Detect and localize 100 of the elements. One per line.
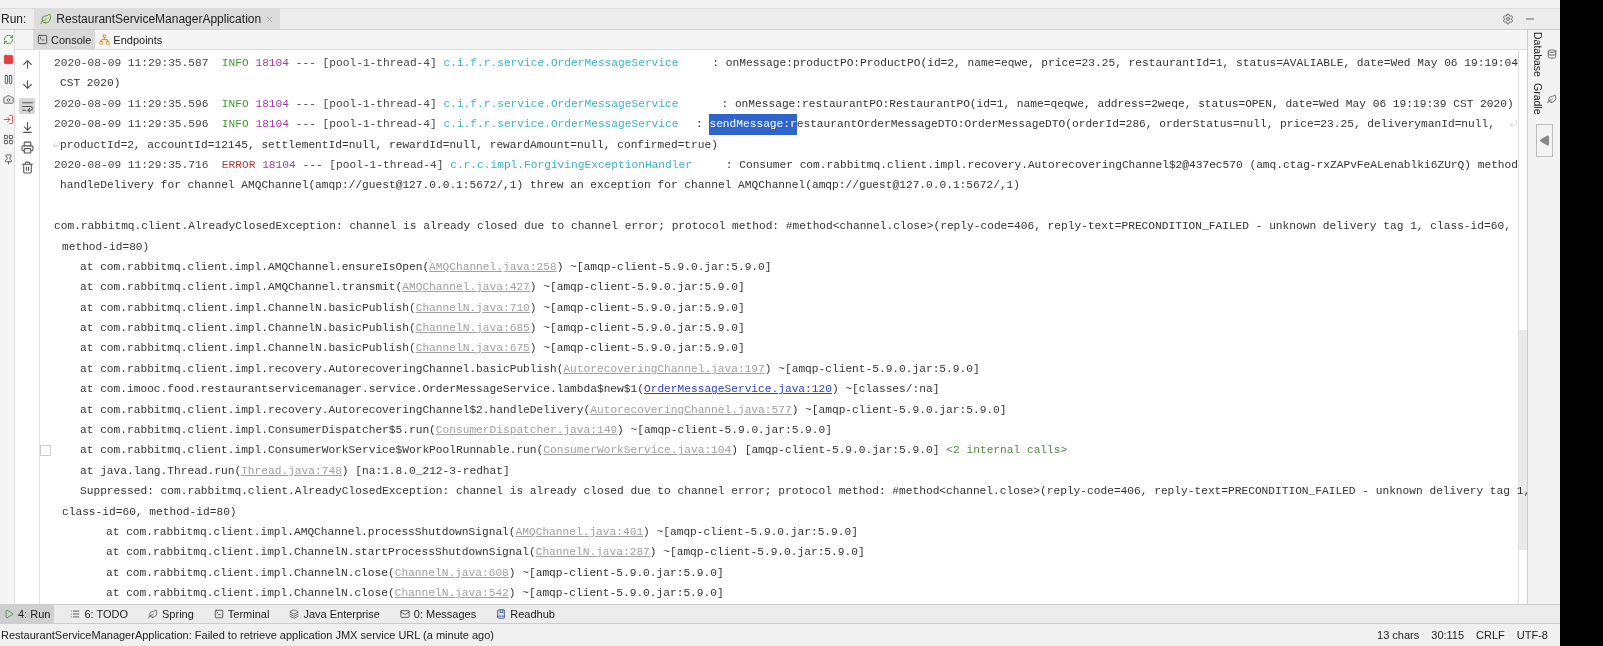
tool-window-tab[interactable]: Readhub	[492, 605, 559, 623]
stack-frame-suffix: ) ~[amqp-client-5.9.0.jar:5.9.0]	[649, 545, 865, 561]
book-icon	[496, 609, 507, 619]
run-tab[interactable]: RestaurantServiceManagerApplication	[34, 9, 281, 29]
arrow-down-icon[interactable]	[20, 78, 34, 91]
pause-icon[interactable]	[3, 74, 14, 85]
source-link[interactable]: ChannelN.java:608	[394, 562, 509, 584]
stack-frame: at com.rabbitmq.client.impl.ChannelN.startProcessShutdownSignal(	[106, 542, 536, 563]
camera-icon[interactable]	[3, 94, 14, 105]
stack-frame: at com.rabbitmq.client.impl.AMQChannel.processShutdownSignal(	[106, 522, 516, 543]
stack-frame-suffix: ) ~[amqp-client-5.9.0.jar:5.9.0]	[529, 300, 745, 316]
list-icon	[70, 609, 81, 619]
stack-frame-suffix: ) ~[amqp-client-5.9.0.jar:5.9.0]	[643, 525, 858, 540]
tool-window-tab[interactable]: 6: TODO	[66, 605, 133, 623]
stack-frame-suffix: ) ~[classes/:na]	[831, 382, 940, 398]
network-icon	[99, 34, 111, 45]
stack-frame: at com.rabbitmq.client.impl.ChannelN.basicPublish(	[80, 338, 416, 359]
process-id: 18104	[255, 56, 289, 71]
tool-window-tab[interactable]: 4: Run	[0, 605, 55, 623]
stack-frame: at com.rabbitmq.client.impl.ChannelN.basicPublish(	[80, 297, 416, 319]
layout-icon[interactable]	[3, 134, 14, 145]
soft-wrap-button[interactable]	[19, 98, 35, 114]
exit-icon[interactable]	[3, 114, 14, 125]
settings-icon[interactable]	[1502, 13, 1514, 25]
source-link[interactable]: ChannelN.java:685	[415, 318, 530, 339]
status-item: CRLF	[1476, 629, 1505, 641]
status-item: UTF-8	[1516, 629, 1548, 641]
log-timestamp: 2020-08-09 11:29:35.716	[54, 157, 209, 173]
thread-name: [pool-1-thread-4]	[322, 117, 437, 133]
stack-frame-suffix: ) ~[amqp-client-5.9.0.jar:5.9.0]	[617, 423, 832, 439]
stack-frame-suffix: ) ~[amqp-client-5.9.0.jar:5.9.0]	[529, 280, 745, 296]
log-message: :	[696, 117, 704, 133]
leaf-icon	[148, 609, 159, 619]
console-tab[interactable]: Endpoints	[95, 30, 167, 49]
source-link[interactable]: ConsumerWorkService.java:104	[543, 440, 732, 461]
source-link[interactable]: AutorecoveringChannel.java:197	[563, 358, 765, 380]
scroll-to-end-icon[interactable]	[20, 121, 34, 134]
stack-frame-suffix: ) ~[amqp-client-5.9.0.jar:5.9.0]	[791, 402, 1007, 418]
tool-window-tab[interactable]: Java Enterprise	[285, 605, 384, 623]
thread-name: [pool-1-thread-4]	[322, 96, 437, 112]
source-link[interactable]: AMQChannel.java:427	[402, 277, 530, 298]
layers-icon	[289, 609, 300, 619]
source-link[interactable]: ChannelN.java:542	[394, 583, 509, 604]
source-link[interactable]: OrderMessageService.java:120	[643, 379, 832, 400]
source-link[interactable]: AMQChannel.java:401	[515, 522, 644, 543]
fold-marker[interactable]	[40, 445, 51, 457]
tool-window-tab[interactable]: Spring	[144, 605, 198, 623]
arrow-up-icon[interactable]	[20, 58, 34, 71]
stack-frame: at com.rabbitmq.client.impl.ConsumerDispatcher$5.run(	[80, 420, 436, 441]
logger-name: c.i.f.r.service.OrderMessageService	[443, 96, 680, 112]
log-message: : Consumer com.rabbitmq.client.impl.recovery.AutorecoveringChannel$2@437ec570 (amq.ctag-rxZAPvFeALenablki6ZUrQ) method	[725, 157, 1518, 173]
stack-frame: at com.rabbitmq.client.impl.ChannelN.basicPublish(	[80, 318, 416, 339]
stack-frame: at com.rabbitmq.client.impl.ChannelN.close(	[106, 562, 395, 584]
source-link[interactable]: ChannelN.java:710	[415, 297, 530, 319]
internal-calls-link[interactable]: <2 internal calls>	[946, 440, 1068, 461]
trash-icon[interactable]	[20, 161, 34, 174]
stack-frame-suffix: ) ~[amqp-client-5.9.0.jar:5.9.0]	[529, 321, 745, 337]
source-link[interactable]: Thread.java:748	[241, 460, 342, 482]
log-message: : onMessage:restaurantPO:RestaurantPO(id=1, name=qeqwe, address=2weqe, status=OPEN, date=Wed May 06 19:19:39 CST 2020)	[721, 96, 1514, 112]
side-panel-tab[interactable]: Database	[1531, 32, 1557, 77]
stack-frame-suffix: ) ~[amqp-client-5.9.0.jar:5.9.0]	[764, 361, 980, 377]
rerun-icon[interactable]	[3, 34, 14, 45]
log-level: INFO	[221, 96, 249, 112]
log-level: INFO	[221, 56, 249, 71]
log-separator: ---	[295, 117, 316, 133]
stack-frame-suffix: ) [na:1.8.0_212-3-redhat]	[341, 463, 510, 479]
source-link[interactable]: AutorecoveringChannel.java:577	[590, 399, 792, 421]
process-id: 18104	[255, 117, 289, 133]
tool-window-tab[interactable]: 0: Messages	[395, 605, 481, 623]
log-timestamp: 2020-08-09 11:29:35.587	[54, 56, 209, 71]
triangle-icon	[1538, 135, 1550, 147]
stack-frame: at com.rabbitmq.client.impl.AMQChannel.ensureIsOpen(	[80, 256, 430, 278]
stop-icon[interactable]	[3, 54, 14, 65]
source-link[interactable]: ConsumerDispatcher.java:149	[435, 420, 618, 441]
terminal-icon	[213, 609, 224, 619]
print-icon[interactable]	[20, 141, 34, 154]
process-id: 18104	[262, 157, 296, 173]
source-link[interactable]: ChannelN.java:287	[535, 542, 650, 563]
log-message: : onMessage:productPO:ProductPO(id=2, name=eqwe, price=23.25, restaurantId=1, status=AVALIABLE, date=Wed May 06 19:19:04	[712, 56, 1518, 71]
source-link[interactable]: AMQChannel.java:258	[429, 256, 557, 278]
exception-text: class-id=60, method-id=80)	[62, 504, 237, 520]
stack-frame: at com.rabbitmq.client.impl.AMQChannel.transmit(	[80, 277, 403, 298]
stack-frame: at com.rabbitmq.client.impl.recovery.AutorecoveringChannel.basicPublish(	[80, 358, 564, 380]
stack-frame-suffix: ) ~[amqp-client-5.9.0.jar:5.9.0]	[508, 586, 724, 602]
pin-icon[interactable]	[3, 154, 14, 165]
log-timestamp: 2020-08-09 11:29:35.596	[54, 96, 209, 112]
terminal-icon	[37, 34, 48, 45]
log-message: estaurantOrderMessageDTO:OrderMessageDTO(orderId=286, orderStatus=null, price=23.25, deliverymanId=null,	[796, 117, 1495, 133]
console-tab[interactable]: Console	[33, 30, 96, 49]
side-panel-tab[interactable]: Gradle	[1531, 82, 1557, 115]
log-level: ERROR	[221, 157, 256, 173]
tool-window-tab[interactable]: Terminal	[209, 605, 274, 623]
status-item: 30:115	[1431, 629, 1465, 641]
leaf-icon	[40, 13, 53, 25]
log-timestamp: 2020-08-09 11:29:35.596	[54, 117, 209, 133]
stack-frame: at com.rabbitmq.client.impl.recovery.AutorecoveringChannel$2.handleDelivery(	[80, 399, 591, 421]
side-panel-toggle[interactable]	[1535, 124, 1553, 158]
leaf-icon	[1546, 93, 1557, 104]
source-link[interactable]: ChannelN.java:675	[415, 338, 530, 359]
logger-name: c.i.f.r.service.OrderMessageService	[443, 117, 680, 133]
